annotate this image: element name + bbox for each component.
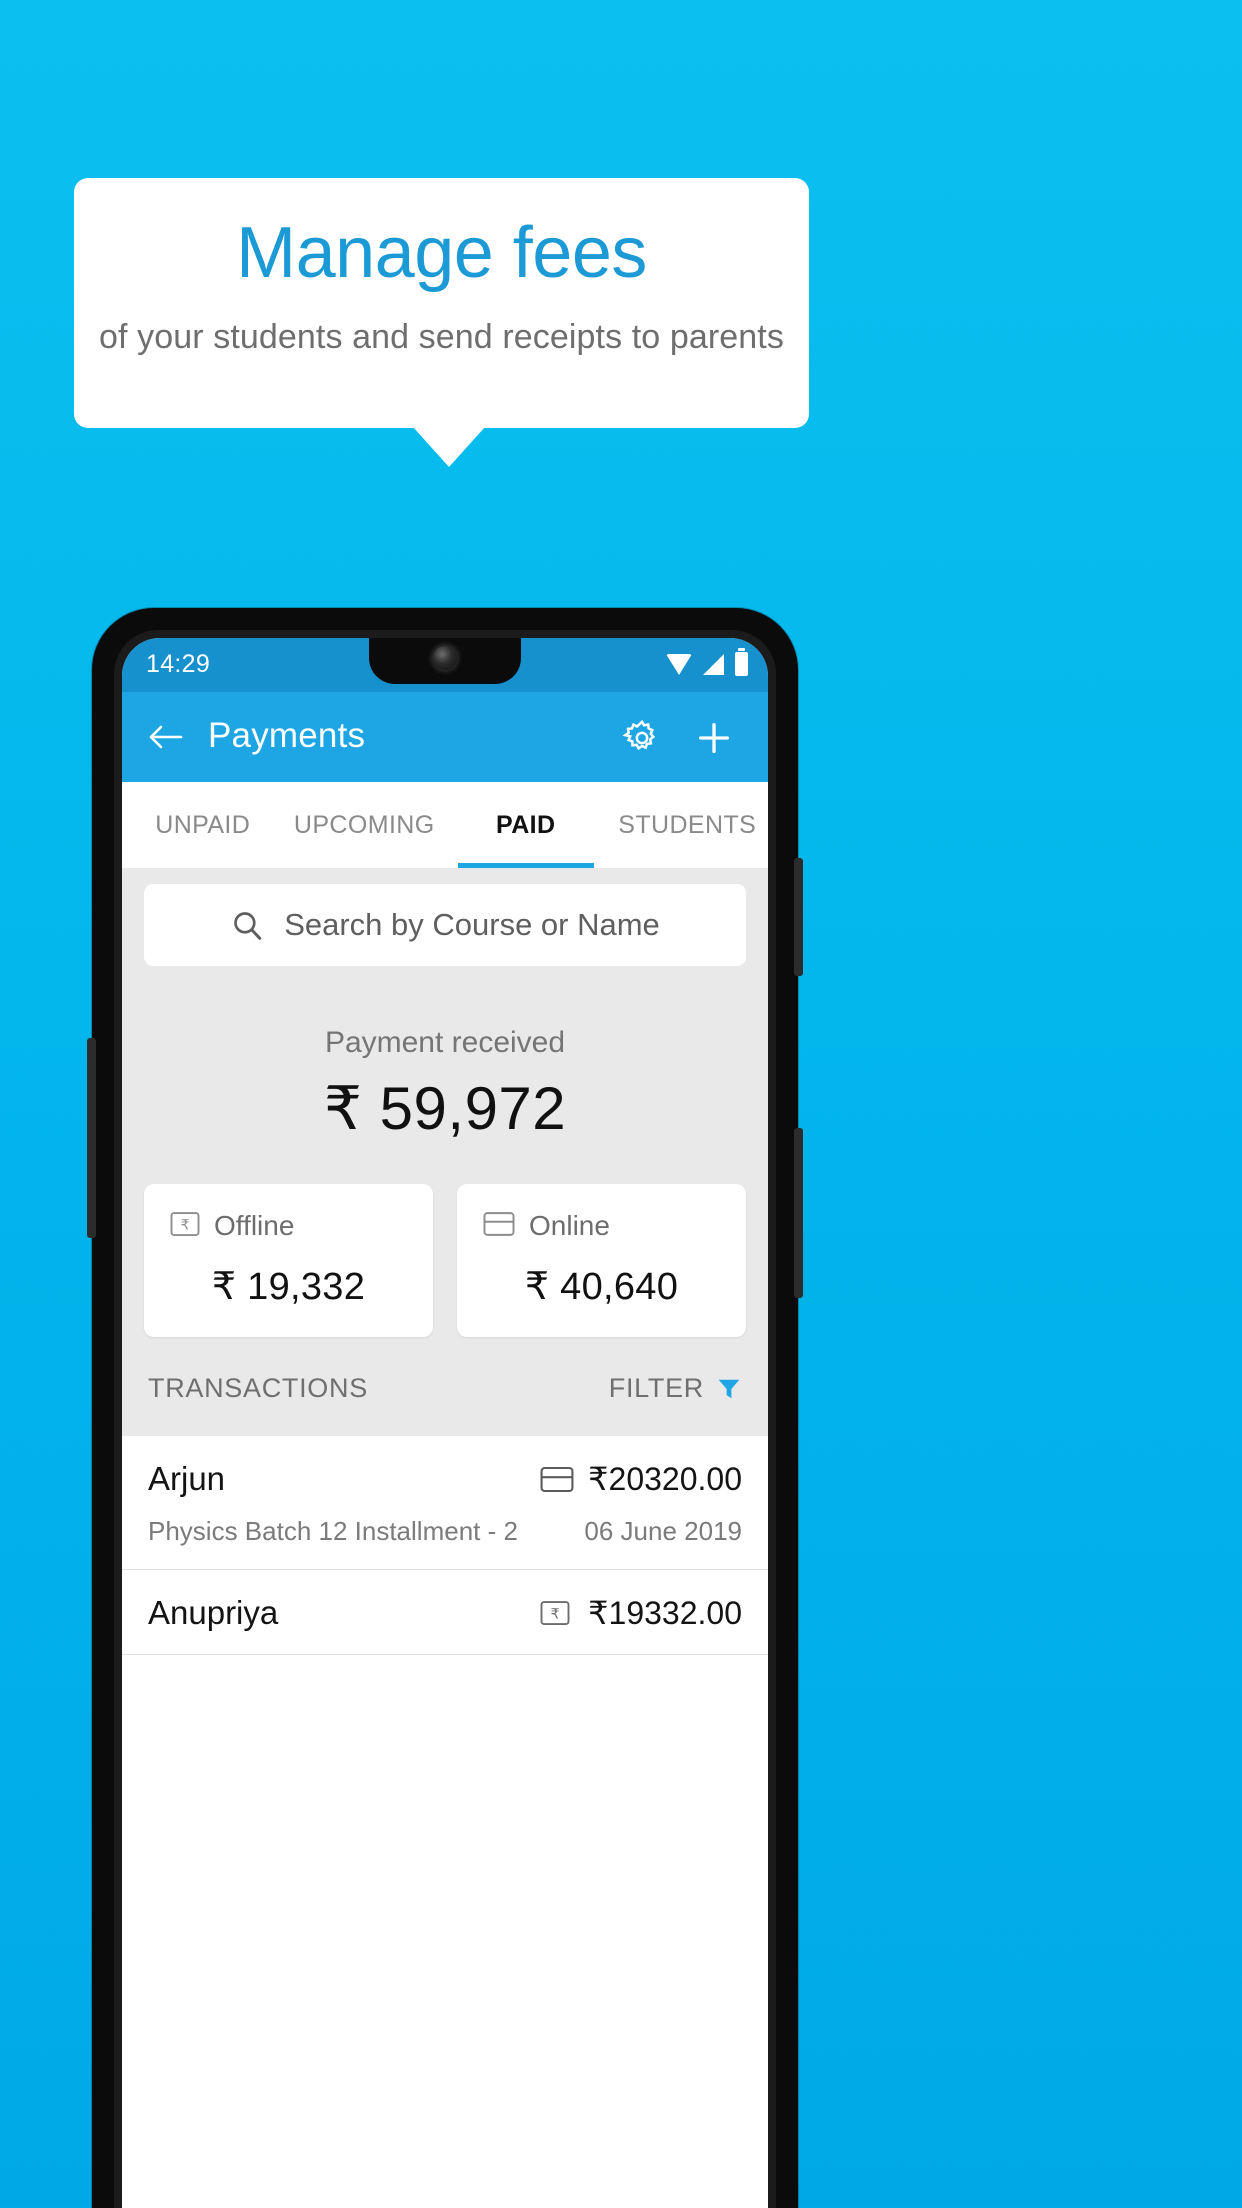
search-input[interactable]: Search by Course or Name (144, 884, 746, 966)
cash-note-icon: ₹ (170, 1211, 200, 1242)
tab-paid[interactable]: PAID (445, 782, 607, 868)
status-bar-icons (666, 648, 748, 676)
online-card-amount: ₹ 40,640 (524, 1266, 679, 1308)
tab-unpaid[interactable]: UNPAID (122, 782, 284, 868)
svg-text:₹: ₹ (551, 1606, 560, 1621)
table-row[interactable]: Anupriya ₹ ₹19332.00 (122, 1570, 768, 1655)
back-arrow-icon[interactable] (148, 720, 184, 754)
summary-cards: ₹ Offline ₹ 19,332 Online ₹ 40,640 (122, 1144, 768, 1337)
svg-text:₹: ₹ (181, 1217, 190, 1232)
payment-received-label: Payment received (324, 1026, 566, 1059)
transaction-student-name: Arjun (148, 1460, 226, 1497)
transactions-list: Arjun ₹20320.00 Physics Batch 12 Install… (122, 1436, 768, 1655)
tab-bar: UNPAID UPCOMING PAID STUDENTS (122, 782, 768, 868)
cash-note-icon: ₹ (540, 1600, 574, 1627)
wifi-icon (666, 653, 692, 675)
transactions-label: TRANSACTIONS (148, 1373, 368, 1403)
offline-summary-card[interactable]: ₹ Offline ₹ 19,332 (144, 1184, 433, 1337)
transaction-date: 06 June 2019 (584, 1516, 742, 1546)
phone-screen: 14:29 Payments UNPAID UPCOMING PAID STUD… (122, 638, 768, 2208)
promo-subtitle: of your students and send receipts to pa… (99, 318, 784, 356)
transaction-student-name: Anupriya (148, 1594, 279, 1631)
credit-card-icon (483, 1211, 515, 1242)
status-bar-time: 14:29 (146, 650, 211, 678)
promo-callout-card: Manage fees of your students and send re… (74, 178, 809, 428)
plus-icon[interactable] (694, 718, 734, 758)
phone-volume-button (794, 1128, 803, 1298)
phone-power-button (794, 858, 803, 976)
table-row[interactable]: Arjun ₹20320.00 Physics Batch 12 Install… (122, 1436, 768, 1570)
transactions-header: TRANSACTIONS FILTER (122, 1337, 768, 1432)
credit-card-icon (540, 1466, 574, 1493)
transaction-description: Physics Batch 12 Installment - 2 (148, 1516, 518, 1546)
battery-icon (735, 648, 748, 676)
filter-button[interactable]: FILTER (609, 1373, 742, 1404)
transaction-primary-line: Arjun ₹20320.00 (148, 1460, 742, 1498)
online-card-header: Online (457, 1210, 746, 1242)
payment-received-amount: ₹ 59,972 (323, 1075, 567, 1142)
tab-students[interactable]: STUDENTS (607, 782, 769, 868)
transaction-amount-group: ₹20320.00 (540, 1460, 742, 1498)
promo-callout-tail (413, 427, 485, 467)
offline-card-label: Offline (214, 1210, 295, 1241)
offline-card-header: ₹ Offline (144, 1210, 433, 1242)
offline-card-amount: ₹ 19,332 (211, 1266, 366, 1308)
page-title: Payments (208, 716, 366, 755)
funnel-icon (716, 1376, 742, 1402)
gear-icon[interactable] (622, 718, 662, 758)
signal-icon (703, 653, 724, 675)
transaction-amount: ₹19332.00 (588, 1595, 742, 1631)
search-placeholder-text: Search by Course or Name (284, 907, 660, 942)
content-area: Search by Course or Name Payment receive… (122, 868, 768, 1436)
filter-label: FILTER (608, 1373, 704, 1403)
online-card-label: Online (529, 1210, 610, 1241)
phone-notch-camera (369, 638, 521, 684)
search-container: Search by Course or Name (122, 868, 768, 976)
transaction-secondary-line: Physics Batch 12 Installment - 2 06 June… (148, 1516, 742, 1547)
transaction-amount: ₹20320.00 (588, 1461, 742, 1497)
status-bar: 14:29 (122, 638, 768, 692)
transaction-primary-line: Anupriya ₹ ₹19332.00 (148, 1594, 742, 1632)
app-bar: Payments (122, 692, 768, 782)
phone-left-button (87, 1038, 96, 1238)
tab-upcoming[interactable]: UPCOMING (284, 782, 446, 868)
payment-summary: Payment received ₹ 59,972 (122, 976, 768, 1144)
search-icon (230, 908, 264, 942)
phone-bezel: 14:29 Payments UNPAID UPCOMING PAID STUD… (114, 630, 776, 2208)
online-summary-card[interactable]: Online ₹ 40,640 (457, 1184, 746, 1337)
phone-mockup: 14:29 Payments UNPAID UPCOMING PAID STUD… (87, 608, 803, 2208)
promo-title: Manage fees (236, 213, 647, 293)
transaction-amount-group: ₹ ₹19332.00 (540, 1594, 742, 1632)
